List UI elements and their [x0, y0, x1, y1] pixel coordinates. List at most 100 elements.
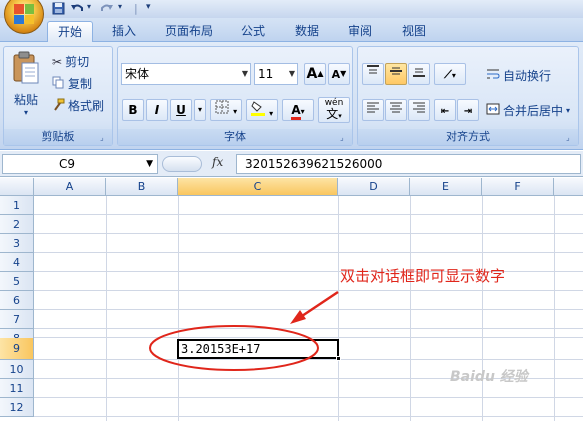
formula-input[interactable]: 320152639621526000	[236, 154, 581, 174]
tab-home[interactable]: 开始	[47, 21, 93, 42]
save-icon[interactable]	[52, 2, 65, 16]
align-bottom-icon	[413, 68, 425, 77]
font-color-button[interactable]: A▾	[282, 99, 314, 121]
name-box-dropdown-icon[interactable]: ▼	[146, 155, 153, 173]
underline-button[interactable]: U	[170, 99, 192, 121]
decrease-indent-button[interactable]: ⇤	[434, 99, 456, 121]
font-launcher-icon[interactable]: ⌟	[340, 133, 349, 142]
undo-icon[interactable]	[70, 2, 84, 16]
paste-icon	[13, 51, 39, 84]
font-size-select[interactable]: 11 ▼	[254, 63, 298, 85]
align-middle-button[interactable]	[385, 63, 407, 85]
tab-view[interactable]: 视图	[391, 21, 437, 42]
annotation-text: 双击对话框即可显示数字	[340, 267, 506, 285]
tab-insert[interactable]: 插入	[100, 21, 148, 42]
shrink-font-label: A	[331, 68, 341, 81]
bold-button[interactable]: B	[122, 99, 144, 121]
align-top-button[interactable]	[362, 63, 384, 85]
cut-button[interactable]: ✂ 剪切	[52, 53, 89, 70]
column-header-f[interactable]: F	[482, 178, 554, 196]
column-header-a[interactable]: A	[34, 178, 106, 196]
align-left-button[interactable]	[362, 99, 384, 121]
cell-c9[interactable]: 3.20153E+17	[177, 339, 341, 361]
orientation-dropdown-icon: ▾	[451, 71, 456, 80]
format-painter-button[interactable]: 格式刷	[52, 97, 104, 114]
paste-button[interactable]: 粘贴 ▾	[8, 51, 44, 123]
row-header-5[interactable]: 5	[0, 272, 34, 291]
font-size-value: 11	[258, 67, 274, 81]
redo-icon[interactable]	[100, 2, 114, 16]
font-group-label: 字体	[118, 129, 352, 145]
font-name-select[interactable]: 宋体 ▼	[121, 63, 251, 85]
wrap-text-button[interactable]: 自动换行	[486, 67, 551, 84]
phonetic-guide-button[interactable]: wén 文▾	[318, 97, 350, 123]
alignment-launcher-icon[interactable]: ⌟	[566, 133, 575, 142]
grid-line	[34, 397, 583, 398]
wrap-text-icon	[486, 67, 500, 84]
cell-c9-value: 3.20153E+17	[181, 342, 261, 356]
undo-dropdown-icon[interactable]: ▾	[87, 2, 91, 16]
italic-button[interactable]: I	[146, 99, 168, 121]
separator-icon: |	[134, 2, 138, 15]
tab-formulas[interactable]: 公式	[230, 21, 276, 42]
orientation-button[interactable]: ⟋▾	[434, 63, 466, 85]
align-bottom-button[interactable]	[408, 63, 430, 85]
increase-indent-button[interactable]: ⇥	[457, 99, 479, 121]
copy-icon	[52, 76, 65, 92]
borders-button[interactable]: ▾	[210, 99, 242, 121]
merge-center-button[interactable]: 合并后居中 ▾	[486, 102, 570, 119]
tab-page-layout[interactable]: 页面布局	[158, 21, 220, 42]
row-header-1[interactable]: 1	[0, 196, 34, 215]
paste-dropdown-icon: ▾	[23, 108, 28, 117]
row-header-2[interactable]: 2	[0, 215, 34, 234]
shrink-font-arrow-icon: ▼	[340, 69, 347, 78]
select-all-corner[interactable]	[0, 178, 34, 196]
paint-bucket-icon	[250, 101, 269, 119]
copy-button[interactable]: 复制	[52, 75, 92, 92]
row-header-9[interactable]: 9	[0, 338, 34, 360]
clipboard-launcher-icon[interactable]: ⌟	[100, 133, 109, 142]
scissors-icon: ✂	[52, 54, 63, 69]
tab-review[interactable]: 审阅	[337, 21, 383, 42]
row-header-11[interactable]: 11	[0, 379, 34, 398]
formula-bar-splitter-icon[interactable]	[162, 156, 202, 172]
grow-font-label: A	[306, 66, 318, 82]
column-header-b[interactable]: B	[106, 178, 178, 196]
font-group: 宋体 ▼ 11 ▼ A▲ A▼ B I U ▾ ▾ ▾ A▾ wén 文▾ 字体…	[117, 46, 353, 146]
fill-handle[interactable]	[336, 356, 341, 361]
row-header-6[interactable]: 6	[0, 291, 34, 310]
underline-dropdown-icon[interactable]: ▾	[194, 99, 206, 121]
name-box[interactable]: C9 ▼	[2, 154, 158, 174]
shrink-font-button[interactable]: A▼	[328, 63, 350, 85]
align-right-button[interactable]	[408, 99, 430, 121]
fill-color-button[interactable]: ▾	[246, 99, 278, 121]
column-header-g-partial[interactable]	[554, 178, 583, 196]
insert-function-label: fx	[212, 155, 224, 169]
format-painter-label: 格式刷	[68, 99, 105, 113]
customize-dropdown-icon[interactable]: ▾	[146, 2, 151, 16]
title-bar: ▾ ▾ | ▾	[0, 0, 583, 18]
align-center-icon	[390, 102, 402, 113]
grid-line	[34, 359, 583, 360]
row-header-7[interactable]: 7	[0, 310, 34, 329]
grow-font-button[interactable]: A▲	[304, 63, 326, 85]
fill-color-dropdown-icon: ▾	[269, 109, 274, 118]
grid-line	[34, 328, 583, 329]
worksheet-grid[interactable]: A B C D E F 1 2 3 4 5 6 7 8 9 10 11 12 3…	[0, 178, 583, 421]
insert-function-button[interactable]: fx	[212, 155, 223, 169]
annotation-arrow-head	[290, 310, 306, 324]
align-center-button[interactable]	[385, 99, 407, 121]
column-header-e[interactable]: E	[410, 178, 482, 196]
tab-data[interactable]: 数据	[284, 21, 330, 42]
row-header-4[interactable]: 4	[0, 253, 34, 272]
row-header-3[interactable]: 3	[0, 234, 34, 253]
column-header-d[interactable]: D	[338, 178, 410, 196]
redo-dropdown-icon[interactable]: ▾	[118, 2, 122, 16]
row-header-10[interactable]: 10	[0, 360, 34, 379]
grid-line	[34, 252, 583, 253]
row-header-12[interactable]: 12	[0, 398, 34, 417]
increase-indent-icon: ⇥	[463, 106, 473, 117]
paste-label: 粘贴	[13, 93, 38, 107]
column-header-c[interactable]: C	[178, 178, 338, 196]
paintbrush-icon	[52, 98, 65, 114]
